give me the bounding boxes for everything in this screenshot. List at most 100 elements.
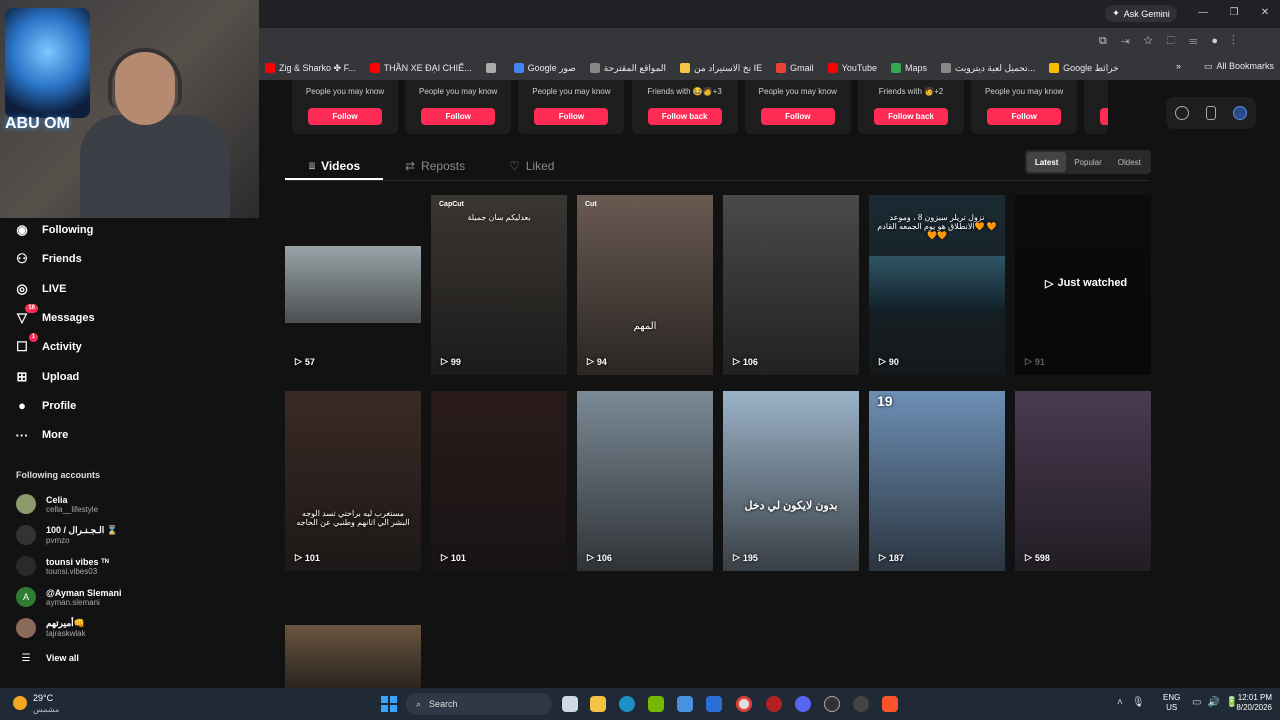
app-icon[interactable] [1233,106,1248,120]
follow-button[interactable]: Follow [760,108,835,125]
video-thumbnail[interactable]: CapCut بعدليكم سان جميلة ▷ 99 [431,195,567,375]
video-thumbnail[interactable]: بدون لايكون لي دخل ▷ 195 [723,391,859,571]
bookmark-item[interactable]: Google خرائط [1049,63,1119,74]
video-thumbnail[interactable]: مستغرب ليه براحتي تسد الوجه البشر الي ات… [285,391,421,571]
following-account[interactable]: أميرتهم👊 tajraskwlak [16,614,246,642]
video-caption: مستغرب ليه براحتي تسد الوجه البشر الي ات… [296,509,410,527]
outlook-icon[interactable] [706,696,722,712]
bookmark-item[interactable]: نخ الاستيراد من IE [680,63,762,74]
sidebar-item-label: Messages [42,311,95,324]
sort-popular[interactable]: Popular [1068,152,1107,172]
phone-icon[interactable] [1205,106,1216,120]
taskbar-search[interactable]: ⌕ Search [406,693,552,715]
sidebar-item-upload[interactable]: ⊞ Upload [14,365,214,389]
bookmark-favicon-icon [589,63,600,73]
bookmark-item[interactable]: Gmail [776,63,814,73]
tab-liked[interactable]: ♡ Liked [509,156,554,176]
follow-button[interactable]: Follow back [874,108,948,125]
follow-button[interactable]: Follow [987,108,1062,125]
weather-temp[interactable]: 29°C [33,693,53,703]
bookmark-item[interactable]: Maps [891,63,927,73]
sidebar-item-friends[interactable]: ⚇ Friends [14,247,214,271]
tray-icons[interactable]: ˄🎙 [1117,697,1154,708]
following-account[interactable]: tounsi vibes ᵀᴺ tounsi.vibes03 [16,552,246,580]
discord-icon[interactable] [795,696,811,712]
following-account[interactable]: Celia cella__lifestyle [16,490,246,518]
sidebar-item-live[interactable]: ◎ LIVE [14,277,214,301]
clock[interactable]: 12:01 PM 8/20/2026 [1228,693,1272,713]
obs-icon[interactable] [853,696,869,712]
follow-button[interactable]: Fol [1100,108,1109,125]
follow-button[interactable]: Follow [534,108,609,125]
repost-icon: ⇄ [405,159,416,173]
bookmark-item[interactable]: THẦN XE ĐẠI CHIẾ... [369,63,472,73]
follow-button[interactable]: Follow [308,108,382,125]
bookmark-item[interactable]: Zig & Sharko ✤ F... [265,63,356,74]
play-icon: ▷ [733,356,740,366]
video-thumbnail[interactable]: ▷ 106 [577,391,713,571]
windows-start-icon[interactable] [381,696,397,712]
view-all-button[interactable]: ☰ View all [16,644,246,672]
file-explorer-icon[interactable] [590,696,606,712]
video-thumbnail[interactable]: ▷ 106 [723,195,859,375]
folder-icon: ▭ [1204,61,1213,71]
sidebar-item-more[interactable]: ··· More [14,423,214,447]
compass-icon[interactable] [1174,106,1189,120]
bookmark-item[interactable]: YouTube [827,63,877,73]
profile-icon: ● [18,398,26,414]
follow-button[interactable]: Follow back [647,108,722,125]
minimize-icon[interactable]: — [1196,6,1210,20]
play-icon: ▷ [441,356,448,366]
sort-latest[interactable]: Latest [1027,152,1067,172]
sidebar-item-label: Profile [42,399,77,412]
task-view-icon[interactable] [562,696,578,712]
sidebar-item-following[interactable]: ◉ Following [14,218,214,242]
tab-videos[interactable]: ⦙⦙⦙ Videos [309,156,360,176]
sidebar-item-activity[interactable]: ☐ 1 Activity [14,333,214,359]
sidebar-item-messages[interactable]: ▽ 16 Messages [14,303,214,330]
avatar [16,618,36,638]
bookmark-item[interactable]: Google صور [513,62,576,74]
chrome-icon[interactable] [736,696,752,712]
video-thumbnail[interactable]: نزول تريلر سيزون 8 ، وموعد الانطلاق هو ي… [869,195,1005,375]
grid-icon: ⦙⦙⦙ [309,160,316,171]
nvidia-icon[interactable] [648,696,664,712]
brave-icon[interactable] [882,696,898,712]
bookmark-item[interactable] [485,63,500,73]
view-count-value: 598 [1034,552,1050,563]
video-thumbnail[interactable] [285,625,421,688]
all-bookmarks-button[interactable]: ▭ All Bookmarks [1204,61,1274,72]
bookmark-item[interactable]: تحميل لعبة ديتروبت... [941,63,1035,74]
video-thumbnail[interactable]: ▷ 57 [285,195,421,375]
maximize-icon[interactable]: ❐ [1227,6,1241,20]
language-indicator[interactable]: ENG US [1163,693,1180,713]
following-icon: ◉ [16,222,28,237]
following-account[interactable]: 100 / الـجـنـرال ⌛ pvmzo [16,521,246,549]
video-thumbnail[interactable]: ▷ Just watched ▷ 91 [1015,195,1151,375]
following-account[interactable]: A @Ayman Slemani ayman.slemani [16,583,246,611]
bookmark-label: Google صور [527,62,576,73]
video-thumbnail[interactable]: Cut المهم ▷ 94 [577,195,713,375]
store-icon[interactable] [677,696,693,712]
bookmarks-overflow-icon[interactable]: » [1176,61,1181,71]
sidebar-item-label: Friends [42,253,82,266]
app-icon-2[interactable] [824,696,840,712]
suggested-user-card: Friends with 🧑+2 Follow back [858,80,964,134]
tab-reposts-label: Reposts [421,159,466,173]
close-icon[interactable]: ✕ [1258,6,1272,20]
video-thumbnail[interactable]: ▷ 101 [431,391,567,571]
play-icon: ▷ [587,356,594,366]
edge-icon[interactable] [619,696,635,712]
video-thumbnail[interactable]: 19 ▷ 187 [869,391,1005,571]
tab-reposts[interactable]: ⇄ Reposts [405,156,465,176]
sidebar-item-profile[interactable]: ● Profile [14,394,214,418]
gemini-icon: ✦ [1112,8,1120,18]
app-red-icon[interactable] [766,696,782,712]
video-thumbnail[interactable]: ▷ 598 [1015,391,1151,571]
sidebar-item-label: LIVE [42,282,67,295]
sort-oldest[interactable]: Oldest [1110,152,1149,172]
follow-button[interactable]: Follow [421,108,496,125]
ask-gemini-button[interactable]: ✦ Ask Gemini [1105,5,1177,22]
bookmark-item[interactable]: المواقع المقترحة [589,63,666,74]
toolbar-icons[interactable]: ⧉⇥☆⬚☰●⋮ [1099,35,1249,48]
